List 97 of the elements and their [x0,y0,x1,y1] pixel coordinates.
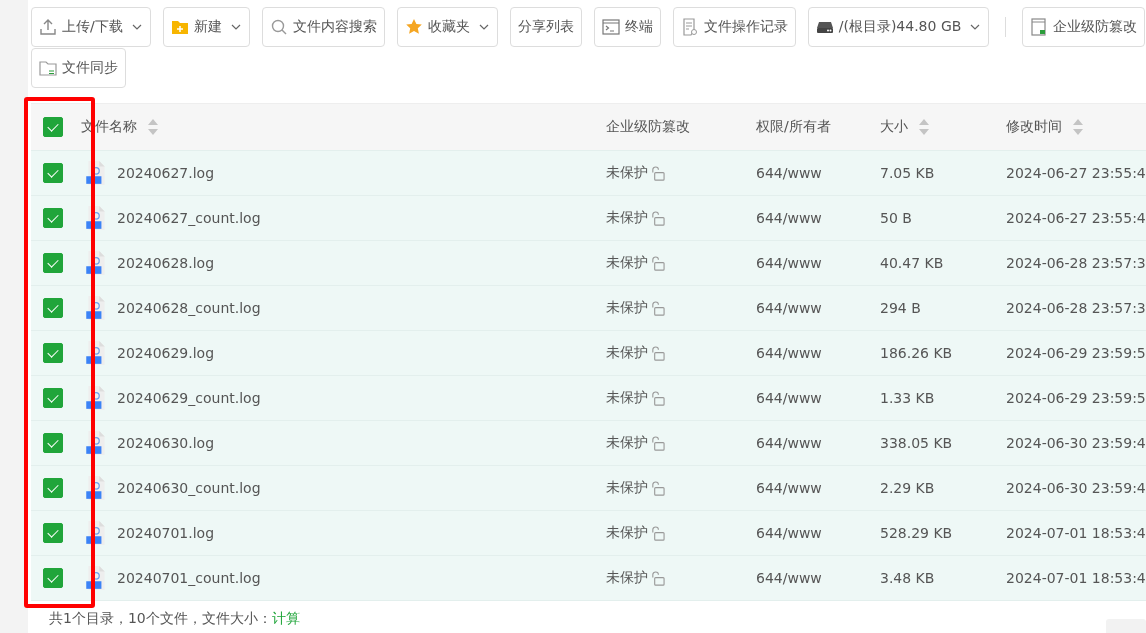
column-header: 权限/所有者 [756,118,831,136]
modified-time: 2024-06-29 23:59:5 [1006,345,1146,361]
unlock-icon[interactable] [650,435,665,451]
file-size: 294 B [880,300,921,316]
file-size: 1.33 KB [880,390,935,406]
modified-time: 2024-06-28 23:57:3 [1006,255,1146,271]
modified-time: 2024-06-28 23:57:3 [1006,300,1146,316]
modified-time: 2024-06-27 23:55:4 [1006,210,1146,226]
protection-status: 未保护 [606,524,648,542]
protection-status: 未保护 [606,209,648,227]
file-name[interactable]: 20240630.log [117,435,215,451]
file-size: 186.26 KB [880,345,953,361]
file-size: 40.47 KB [880,255,944,271]
toolbar-button[interactable]: 企业级防篡改 [1022,7,1146,47]
search-icon [269,18,288,36]
protection-status: 未保护 [606,344,648,362]
unlock-icon[interactable] [650,525,665,541]
toolbar-button[interactable]: 收藏夹 [396,7,498,47]
permission-owner[interactable]: 644/www [756,570,822,586]
toolbar-button[interactable]: 上传/下载 [31,7,151,47]
row-checkbox[interactable] [43,163,63,183]
modified-time: 2024-06-30 23:59:4 [1006,435,1146,451]
toolbar-button[interactable]: 文件内容搜索 [261,7,385,47]
unlock-icon[interactable] [650,210,665,226]
modified-time: 2024-06-27 23:55:4 [1006,165,1146,181]
protection-status: 未保护 [606,389,648,407]
protection-status: 未保护 [606,569,648,587]
row-checkbox[interactable] [43,208,63,228]
toolbar-button[interactable]: 终端 [593,7,661,47]
permission-owner[interactable]: 644/www [756,525,822,541]
upload-icon [39,18,57,36]
permission-owner[interactable]: 644/www [756,345,822,361]
file-name[interactable]: 20240627.log [117,165,215,181]
toolbar-button[interactable]: 文件操作记录 [672,7,796,47]
folder-plus-icon [170,18,189,36]
file-name[interactable]: 20240701.log [117,525,215,541]
file-name[interactable]: 20240629.log [117,345,215,361]
column-header: 大小 [880,118,908,136]
unlock-icon[interactable] [650,480,665,496]
file-name[interactable]: 20240630_count.log [117,480,261,496]
row-checkbox[interactable] [43,433,63,453]
toolbar-button[interactable]: /(根目录)44.80 GB [807,7,990,47]
select-all-checkbox[interactable] [43,117,63,137]
protection-status: 未保护 [606,164,648,182]
permission-owner[interactable]: 644/www [756,165,822,181]
file-name[interactable]: 20240628.log [117,255,215,271]
unlock-icon[interactable] [650,390,665,406]
row-checkbox[interactable] [43,523,63,543]
row-checkbox[interactable] [43,253,63,273]
document-lock-icon [1030,18,1049,36]
file-size: 528.29 KB [880,525,953,541]
sort-icon[interactable] [918,118,930,136]
star-icon [404,18,423,36]
column-header: 修改时间 [1006,118,1062,136]
row-checkbox[interactable] [43,343,63,363]
file-size: 7.05 KB [880,165,935,181]
unlock-icon[interactable] [650,165,665,181]
file-name[interactable]: 20240627_count.log [117,210,261,226]
document-icon [680,18,699,36]
toolbar-button[interactable]: 文件同步 [31,48,126,88]
summary-text: 共1个目录，10个文件，文件大小： [49,610,272,626]
unlock-icon[interactable] [650,300,665,316]
terminal-icon [601,18,620,36]
toolbar-button[interactable]: 新建 [162,7,250,47]
row-checkbox[interactable] [43,388,63,408]
permission-owner[interactable]: 644/www [756,390,822,406]
protection-status: 未保护 [606,479,648,497]
modified-time: 2024-07-01 18:53:4 [1006,525,1146,541]
modified-time: 2024-07-01 18:53:4 [1006,570,1146,586]
permission-owner[interactable]: 644/www [756,480,822,496]
permission-owner[interactable]: 644/www [756,435,822,451]
file-name[interactable]: 20240628_count.log [117,300,261,316]
protection-status: 未保护 [606,434,648,452]
permission-owner[interactable]: 644/www [756,300,822,316]
file-name[interactable]: 20240701_count.log [117,570,261,586]
unlock-icon[interactable] [650,345,665,361]
unlock-icon[interactable] [650,255,665,271]
toolbar-button[interactable]: 分享列表 [509,7,582,47]
row-checkbox[interactable] [43,298,63,318]
row-checkbox[interactable] [43,478,63,498]
modified-time: 2024-06-29 23:59:5 [1006,390,1146,406]
file-size: 2.29 KB [880,480,935,496]
protection-status: 未保护 [606,299,648,317]
folder-icon [39,59,57,77]
protection-status: 未保护 [606,254,648,272]
file-size: 3.48 KB [880,570,935,586]
modified-time: 2024-06-30 23:59:4 [1006,480,1146,496]
file-size: 50 B [880,210,912,226]
permission-owner[interactable]: 644/www [756,255,822,271]
sort-icon[interactable] [1072,118,1084,136]
unlock-icon[interactable] [650,570,665,586]
row-checkbox[interactable] [43,568,63,588]
permission-owner[interactable]: 644/www [756,210,822,226]
column-header: 企业级防篡改 [606,118,690,136]
file-name[interactable]: 20240629_count.log [117,390,261,406]
sort-icon[interactable] [147,118,159,136]
file-size: 338.05 KB [880,435,953,451]
